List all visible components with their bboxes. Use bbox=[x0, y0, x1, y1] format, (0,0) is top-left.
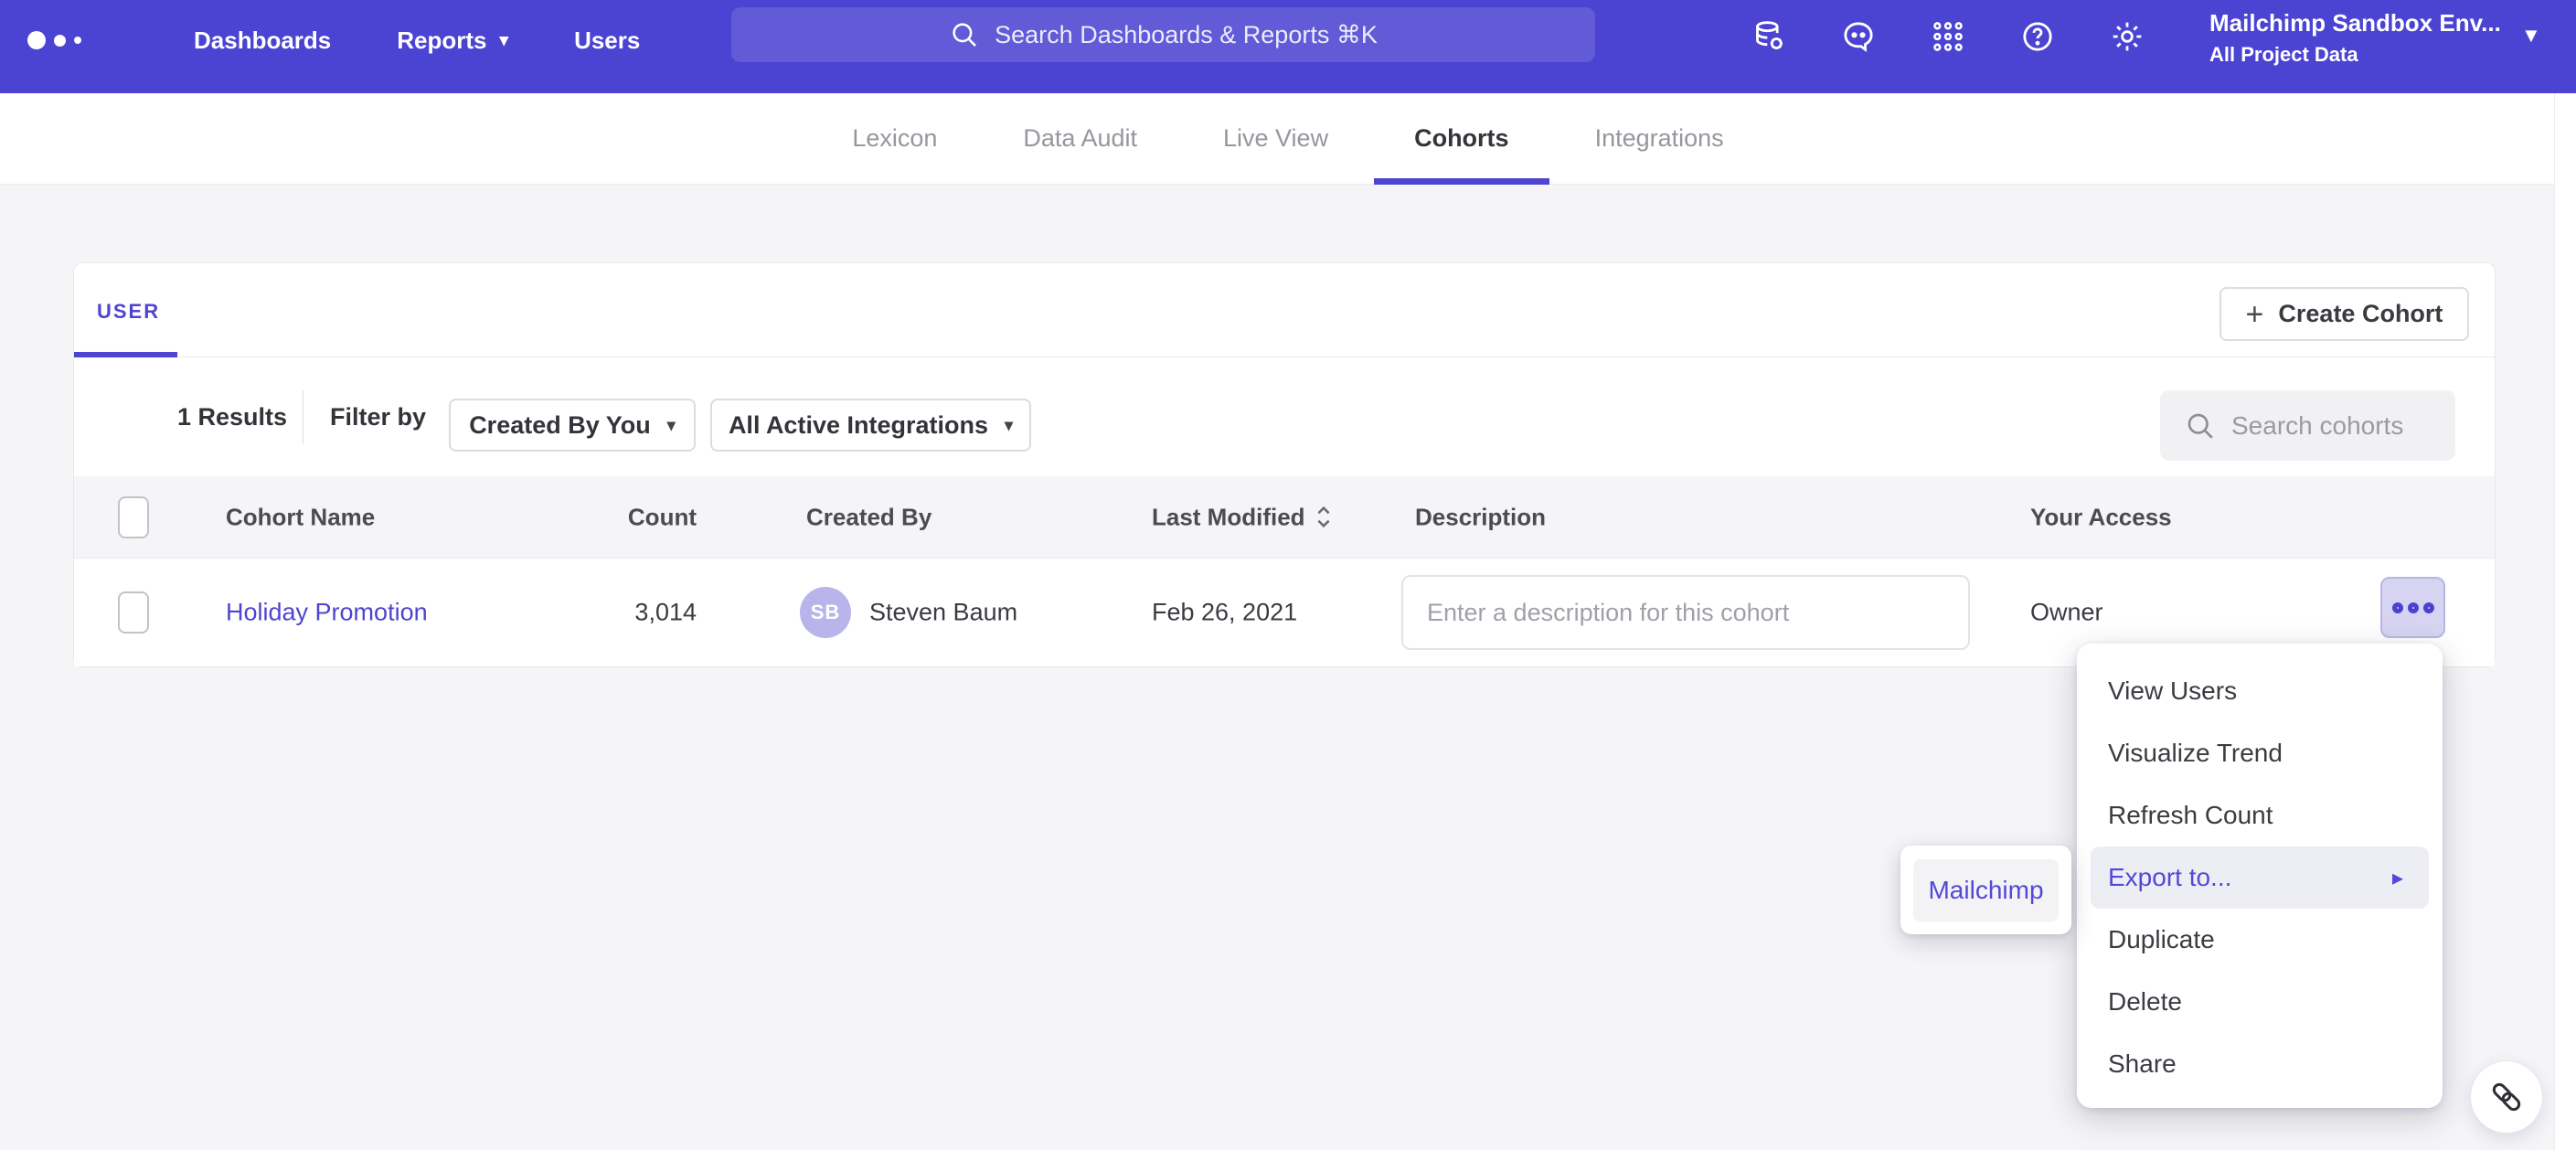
cohort-name-link[interactable]: Holiday Promotion bbox=[226, 599, 428, 627]
search-icon bbox=[949, 19, 980, 50]
col-created-by[interactable]: Created By bbox=[806, 503, 931, 531]
menu-item-visualize-trend[interactable]: Visualize Trend bbox=[2077, 722, 2443, 784]
submenu-arrow-icon: ▸ bbox=[2392, 865, 2403, 891]
cohorts-card: USER + Create Cohort 1 Results Filter by… bbox=[73, 262, 2496, 667]
top-nav: Dashboards Reports ▾ Users Search Dashbo… bbox=[0, 0, 2576, 93]
cohort-count: 3,014 bbox=[549, 599, 697, 627]
col-description[interactable]: Description bbox=[1415, 503, 1546, 531]
tab-cohorts[interactable]: Cohorts bbox=[1414, 93, 1509, 185]
create-cohort-label: Create Cohort bbox=[2278, 300, 2443, 328]
feedback-icon[interactable] bbox=[1840, 18, 1877, 55]
nav-item-dashboards[interactable]: Dashboards bbox=[194, 27, 331, 55]
chevron-down-icon: ▾ bbox=[667, 417, 676, 433]
last-modified-date: Feb 26, 2021 bbox=[1152, 599, 1297, 627]
sort-icon bbox=[1315, 505, 1333, 530]
copy-link-fab[interactable] bbox=[2470, 1060, 2543, 1134]
nav-label: Reports bbox=[397, 27, 486, 55]
filter-by-label: Filter by bbox=[330, 403, 426, 431]
created-by-name: Steven Baum bbox=[869, 599, 1017, 627]
nav-icon-group bbox=[1751, 9, 2145, 64]
apps-grid-icon[interactable] bbox=[1930, 18, 1966, 55]
avatar: SB bbox=[800, 587, 851, 638]
menu-item-view-users[interactable]: View Users bbox=[2077, 660, 2443, 722]
menu-item-refresh-count[interactable]: Refresh Count bbox=[2077, 784, 2443, 847]
col-your-access[interactable]: Your Access bbox=[2030, 503, 2172, 531]
create-cohort-button[interactable]: + Create Cohort bbox=[2219, 287, 2469, 341]
help-icon[interactable] bbox=[2019, 18, 2056, 55]
nav-item-users[interactable]: Users bbox=[574, 27, 640, 55]
project-scope: All Project Data bbox=[2209, 43, 2511, 67]
chevron-down-icon: ▾ bbox=[500, 32, 509, 49]
project-caret-icon[interactable]: ▼ bbox=[2521, 24, 2541, 48]
menu-item-duplicate[interactable]: Duplicate bbox=[2077, 909, 2443, 971]
scrollbar-track[interactable] bbox=[2554, 93, 2576, 1150]
more-options-icon bbox=[2392, 602, 2403, 613]
project-switcher[interactable]: Mailchimp Sandbox Env... All Project Dat… bbox=[2209, 9, 2511, 67]
filter-row: 1 Results Filter by Created By You ▾ All… bbox=[74, 357, 2495, 476]
project-name: Mailchimp Sandbox Env... bbox=[2209, 9, 2511, 37]
row-more-options-button[interactable] bbox=[2380, 577, 2445, 638]
global-search-placeholder: Search Dashboards & Reports ⌘K bbox=[995, 21, 1378, 49]
data-management-icon[interactable] bbox=[1751, 18, 1787, 55]
row-checkbox[interactable] bbox=[118, 591, 149, 634]
link-icon bbox=[2487, 1078, 2526, 1116]
tab-data-audit[interactable]: Data Audit bbox=[1023, 93, 1137, 185]
export-submenu: Mailchimp bbox=[1900, 846, 2071, 934]
menu-item-delete[interactable]: Delete bbox=[2077, 971, 2443, 1033]
cohort-context-menu: View Users Visualize Trend Refresh Count… bbox=[2077, 644, 2443, 1108]
section-tabbar: Lexicon Data Audit Live View Cohorts Int… bbox=[0, 93, 2576, 185]
nav-label: Dashboards bbox=[194, 27, 331, 55]
col-count[interactable]: Count bbox=[549, 503, 697, 531]
settings-icon[interactable] bbox=[2109, 18, 2145, 55]
tab-lexicon[interactable]: Lexicon bbox=[852, 93, 937, 185]
table-header: Cohort Name Count Created By Last Modifi… bbox=[74, 476, 2495, 559]
description-input[interactable] bbox=[1401, 575, 1970, 650]
nav-item-reports[interactable]: Reports ▾ bbox=[397, 27, 508, 55]
search-cohorts-placeholder: Search cohorts bbox=[2231, 411, 2403, 441]
col-last-modified[interactable]: Last Modified bbox=[1152, 503, 1333, 531]
search-cohorts-input[interactable]: Search cohorts bbox=[2160, 390, 2455, 461]
nav-label: Users bbox=[574, 27, 640, 55]
created-by-filter-dropdown[interactable]: Created By You ▾ bbox=[449, 399, 696, 452]
chevron-down-icon: ▾ bbox=[1005, 417, 1013, 433]
card-tab-row: USER + Create Cohort bbox=[74, 263, 2495, 357]
integrations-filter-dropdown[interactable]: All Active Integrations ▾ bbox=[710, 399, 1031, 452]
tab-user-cohorts[interactable]: USER bbox=[97, 300, 160, 324]
global-search-input[interactable]: Search Dashboards & Reports ⌘K bbox=[731, 7, 1595, 62]
search-icon bbox=[2184, 410, 2217, 442]
menu-item-export-to[interactable]: Export to... ▸ bbox=[2091, 847, 2429, 909]
access-value: Owner bbox=[2030, 599, 2103, 627]
results-count: 1 Results bbox=[177, 403, 287, 431]
menu-item-share[interactable]: Share bbox=[2077, 1033, 2443, 1095]
mixpanel-dots-logo[interactable] bbox=[27, 31, 128, 49]
select-all-checkbox[interactable] bbox=[118, 496, 149, 538]
submenu-item-mailchimp[interactable]: Mailchimp bbox=[1913, 859, 2059, 921]
tab-integrations[interactable]: Integrations bbox=[1595, 93, 1724, 185]
tab-live-view[interactable]: Live View bbox=[1223, 93, 1328, 185]
col-cohort-name[interactable]: Cohort Name bbox=[226, 503, 375, 531]
